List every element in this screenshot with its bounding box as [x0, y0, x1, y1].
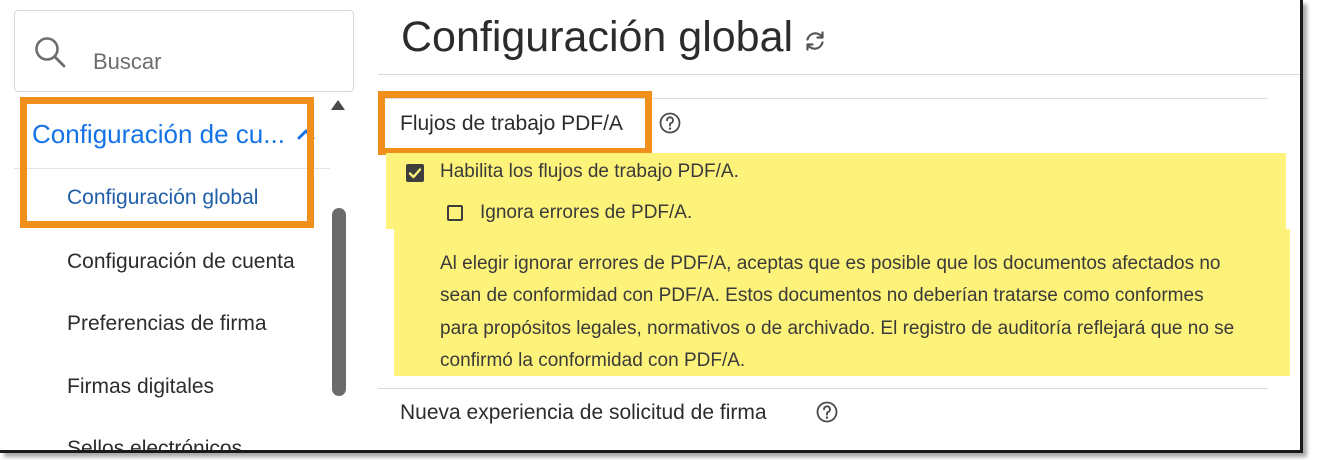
app-window: Buscar Configuración de cu... Configurac… — [0, 0, 1303, 453]
search-icon — [35, 37, 66, 68]
search-input[interactable]: Buscar — [93, 49, 161, 75]
sidebar-item-signature-preferences[interactable]: Preferencias de firma — [67, 312, 267, 336]
sidebar-group-label: Configuración de cu... — [32, 118, 285, 149]
section-heading-new-signature-request: Nueva experiencia de solicitud de firma — [400, 401, 767, 424]
refresh-icon[interactable] — [803, 29, 827, 53]
description-line: Al elegir ignorar errores de PDF/A, acep… — [440, 253, 1221, 274]
chevron-up-icon[interactable] — [297, 128, 315, 140]
sidebar-group-account-settings[interactable]: Configuración de cu... — [32, 104, 320, 164]
sidebar-divider — [14, 168, 330, 169]
enable-pdfa-label[interactable]: Habilita los flujos de trabajo PDF/A. — [440, 161, 739, 183]
sidebar-item-global-settings[interactable]: Configuración global — [67, 186, 258, 210]
search-field[interactable]: Buscar — [14, 10, 354, 92]
scroll-up-arrow-icon[interactable] — [331, 100, 345, 110]
scrollbar-thumb[interactable] — [332, 208, 346, 396]
section-divider — [378, 98, 1268, 99]
help-icon[interactable] — [816, 401, 838, 423]
sidebar: Buscar Configuración de cu... Configurac… — [0, 0, 356, 450]
page-title-row: Configuración global — [401, 6, 827, 68]
ignore-pdfa-errors-label[interactable]: Ignora errores de PDF/A. — [480, 202, 692, 224]
ignore-pdfa-errors-checkbox[interactable] — [447, 205, 463, 221]
sidebar-item-digital-signatures[interactable]: Firmas digitales — [67, 375, 214, 399]
title-divider — [378, 74, 1300, 75]
main-content: Configuración global Flujos de trabajo P… — [356, 0, 1300, 450]
description-line: sean de conformidad con PDF/A. Estos doc… — [440, 285, 1204, 306]
page-title: Configuración global — [401, 12, 794, 61]
sidebar-item-account-settings[interactable]: Configuración de cuenta — [67, 250, 295, 274]
help-icon[interactable] — [659, 112, 681, 134]
description-line: confirmó la conformidad con PDF/A. — [440, 350, 746, 371]
section-divider — [378, 388, 1268, 389]
description-line: para propósitos legales, normativos o de… — [440, 318, 1235, 339]
sidebar-item-electronic-seals[interactable]: Sellos electrónicos — [67, 437, 242, 450]
section-heading-pdfa: Flujos de trabajo PDF/A — [400, 112, 623, 135]
checkmark-icon — [408, 168, 422, 179]
enable-pdfa-checkbox[interactable] — [406, 164, 424, 182]
